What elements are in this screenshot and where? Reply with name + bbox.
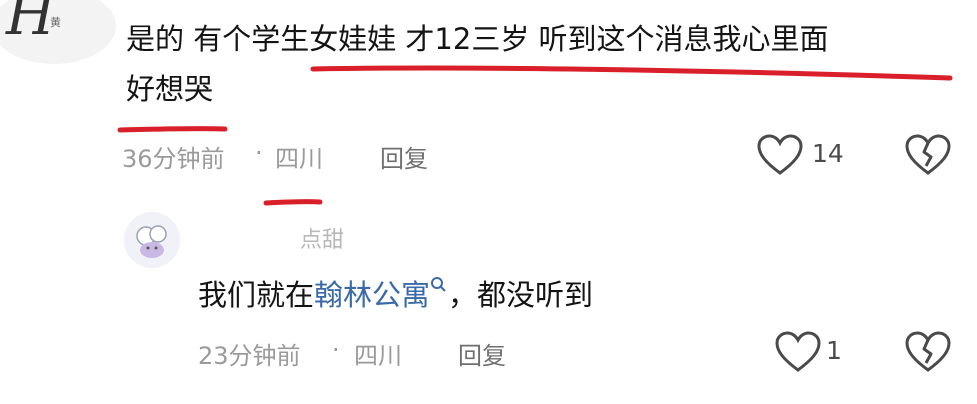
comment-location: 四川 [275,145,323,173]
reply-meta-separator: · [332,336,340,364]
red-underline-line-2 [117,126,228,133]
reply-avatar[interactable] [124,212,180,268]
broken-heart-icon[interactable] [905,134,951,176]
red-underline-location [263,199,323,206]
like-count: 14 [812,139,844,168]
heart-icon[interactable] [757,134,803,176]
comment-time: 36分钟前 [122,145,225,173]
reply-username[interactable]: 点甜 [300,222,344,254]
meta-separator: · [255,139,263,167]
reply-location: 四川 [354,342,402,370]
red-underline-line-1 [310,65,953,81]
sheep-avatar-icon [124,212,180,268]
location-link[interactable]: 翰林公寓 [314,277,448,312]
reply-text-after: ，都没听到 [448,278,594,312]
reply-text-before: 我们就在 [198,278,315,312]
location-link-label: 翰林公寓 [314,278,431,312]
reply-broken-heart-icon[interactable] [905,331,951,373]
reply-text: 我们就在翰林公寓 ，都没听到 [198,272,593,314]
search-icon [431,277,446,292]
reply-button[interactable]: 回复 [380,139,428,174]
reply-reply-button[interactable]: 回复 [458,336,506,371]
reply-heart-icon[interactable] [775,331,821,373]
reply-time: 23分钟前 [198,342,301,370]
reply-like-count: 1 [826,336,842,365]
